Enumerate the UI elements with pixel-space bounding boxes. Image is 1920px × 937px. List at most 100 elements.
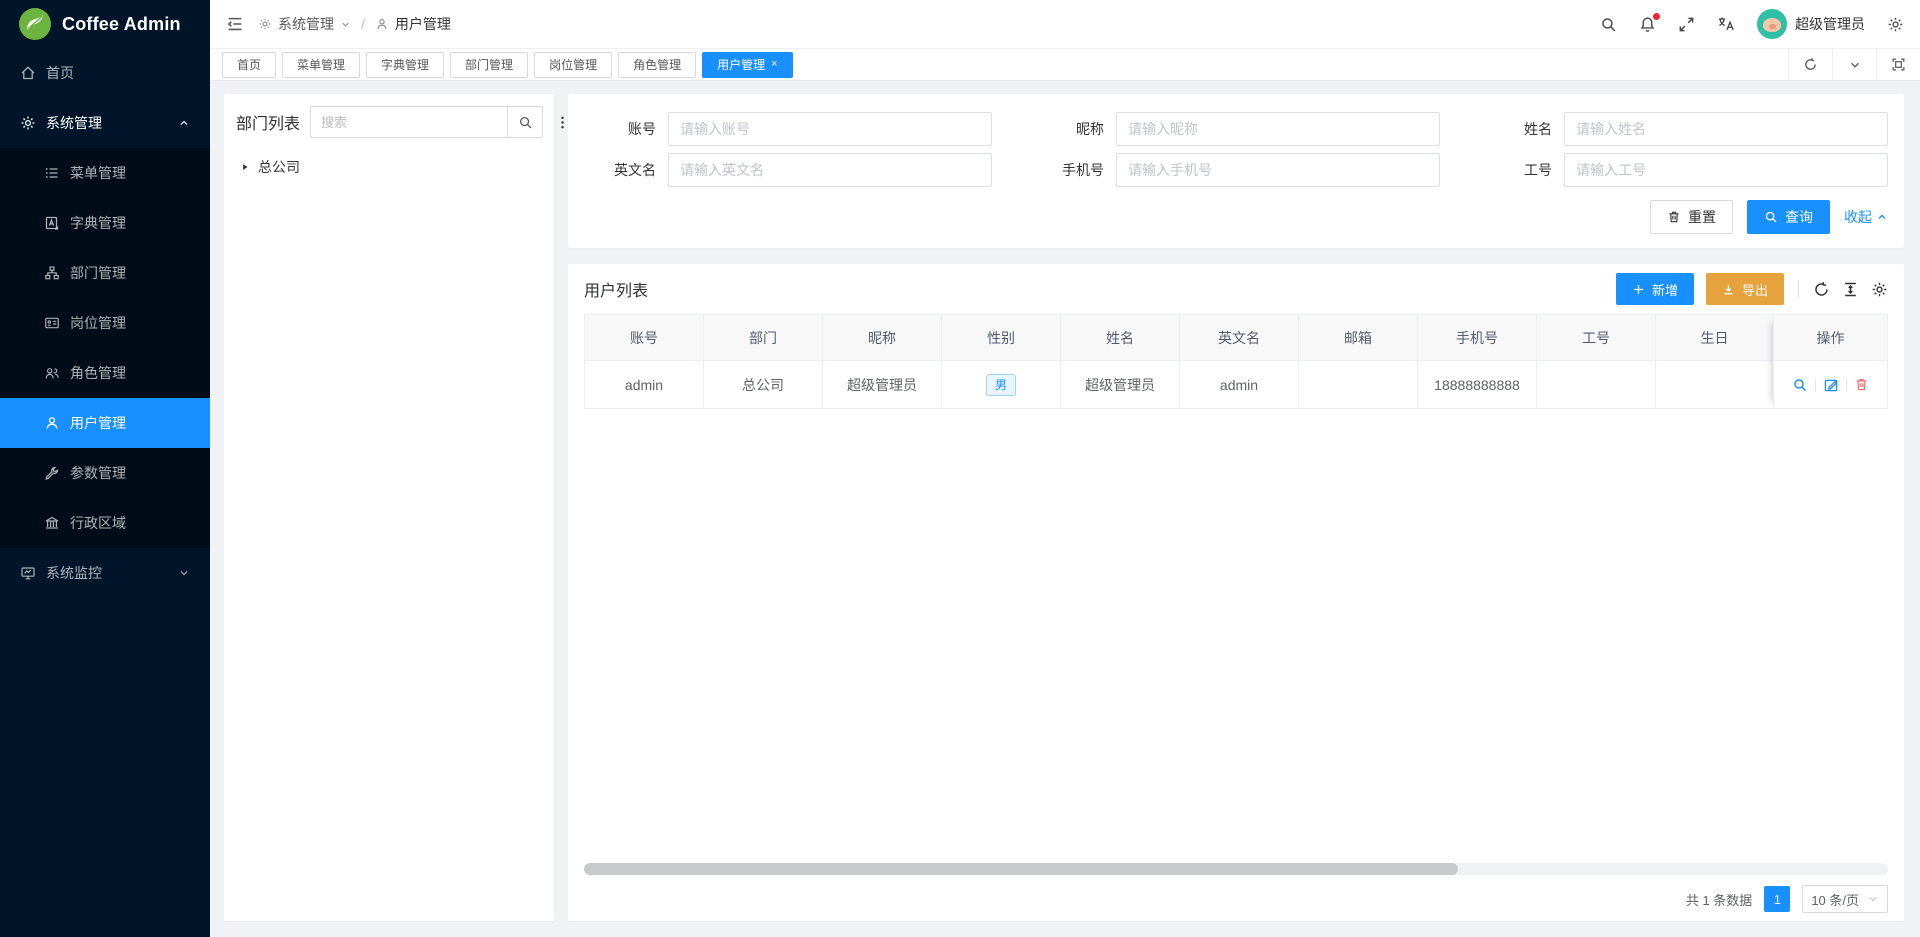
page-size-value: 10 条/页 xyxy=(1811,890,1859,909)
col-header-phone: 手机号 xyxy=(1417,314,1536,361)
notification-dot xyxy=(1653,13,1660,20)
tab-home[interactable]: 首页 xyxy=(222,52,276,78)
sidebar-item-label: 系统监控 xyxy=(46,563,102,583)
breadcrumb-separator: / xyxy=(357,16,369,32)
sidebar-item-dept-mgmt[interactable]: 部门管理 xyxy=(0,248,210,298)
dept-search-button[interactable] xyxy=(507,106,543,138)
page-number-button[interactable]: 1 xyxy=(1764,886,1790,912)
settings-gear-icon[interactable] xyxy=(1887,16,1904,33)
tab-menu-mgmt[interactable]: 菜单管理 xyxy=(282,52,360,78)
sidebar-item-label: 岗位管理 xyxy=(70,313,126,333)
toolbar-divider xyxy=(1798,280,1799,298)
breadcrumb-parent[interactable]: 系统管理 xyxy=(278,14,334,34)
tab-dict-mgmt[interactable]: 字典管理 xyxy=(366,52,444,78)
field-label: 昵称 xyxy=(1032,119,1104,139)
nickname-input[interactable] xyxy=(1116,112,1440,146)
sidebar-item-region[interactable]: 行政区域 xyxy=(0,498,210,548)
tab-close-icon[interactable]: × xyxy=(771,59,777,70)
scrollbar-thumb[interactable] xyxy=(584,863,1458,875)
filter-panel: 账号 昵称 姓名 英文名 手机号 xyxy=(568,94,1904,248)
roles-icon xyxy=(44,365,60,381)
chevron-up-icon xyxy=(1876,211,1888,223)
tab-more-chevron-icon[interactable] xyxy=(1832,49,1876,80)
add-button[interactable]: 新增 xyxy=(1616,273,1694,305)
fullscreen-icon[interactable] xyxy=(1678,16,1695,33)
view-icon[interactable] xyxy=(1792,377,1808,393)
sidebar-item-label: 参数管理 xyxy=(70,463,126,483)
search-icon[interactable] xyxy=(1600,16,1617,33)
tree-node-head-office[interactable]: 总公司 xyxy=(236,152,542,182)
tab-maximize-icon[interactable] xyxy=(1876,49,1920,80)
dept-search-input[interactable] xyxy=(310,106,507,138)
query-button[interactable]: 查询 xyxy=(1747,200,1830,234)
sidebar-item-user-mgmt[interactable]: 用户管理 xyxy=(0,398,210,448)
wrench-icon xyxy=(44,465,60,481)
tab-bar: 首页 菜单管理 字典管理 部门管理 岗位管理 角色管理 用户管理 × xyxy=(210,48,1920,81)
edit-icon[interactable] xyxy=(1823,377,1839,393)
caret-right-icon[interactable] xyxy=(240,162,250,172)
dept-tree: 总公司 xyxy=(236,152,542,182)
phone-input[interactable] xyxy=(1116,153,1440,187)
cell-phone: 18888888888 xyxy=(1417,361,1536,409)
chevron-down-icon xyxy=(178,567,190,579)
tab-role-mgmt[interactable]: 角色管理 xyxy=(618,52,696,78)
sidebar-item-home[interactable]: 首页 xyxy=(0,48,210,98)
pagination: 共 1 条数据 1 10 条/页 xyxy=(1686,885,1888,913)
sidebar-item-param-mgmt[interactable]: 参数管理 xyxy=(0,448,210,498)
list-icon xyxy=(44,165,60,181)
col-header-job-no: 工号 xyxy=(1536,314,1655,361)
column-settings-gear-icon[interactable] xyxy=(1871,281,1888,298)
account-input[interactable] xyxy=(668,112,992,146)
tab-dept-mgmt[interactable]: 部门管理 xyxy=(450,52,528,78)
sidebar-item-label: 字典管理 xyxy=(70,213,126,233)
download-icon xyxy=(1722,283,1735,296)
content: 部门列表 总公司 账号 昵称 xyxy=(210,82,1920,937)
sidebar-item-post-mgmt[interactable]: 岗位管理 xyxy=(0,298,210,348)
job-no-input[interactable] xyxy=(1564,153,1888,187)
tab-user-mgmt[interactable]: 用户管理 × xyxy=(702,52,792,78)
breadcrumb: 系统管理 / 用户管理 xyxy=(258,14,451,34)
tab-post-mgmt[interactable]: 岗位管理 xyxy=(534,52,612,78)
translate-icon[interactable] xyxy=(1717,15,1735,33)
sidebar-item-label: 用户管理 xyxy=(70,413,126,433)
export-button[interactable]: 导出 xyxy=(1706,273,1784,305)
dept-panel-title: 部门列表 xyxy=(236,110,300,134)
page-size-select[interactable]: 10 条/页 xyxy=(1802,885,1888,913)
row-height-icon[interactable] xyxy=(1842,281,1859,298)
sidebar-fold-icon[interactable] xyxy=(226,15,244,33)
sidebar-item-menu-mgmt[interactable]: 菜单管理 xyxy=(0,148,210,198)
reset-button[interactable]: 重置 xyxy=(1650,200,1733,234)
col-header-account: 账号 xyxy=(584,314,703,361)
op-divider xyxy=(1846,378,1847,392)
sidebar-item-label: 系统管理 xyxy=(46,113,102,133)
tab-refresh-icon[interactable] xyxy=(1788,49,1832,80)
list-title: 用户列表 xyxy=(584,277,648,301)
sidebar: Coffee Admin 首页 系统管理 菜单管理 字典管理 部门管理 岗位管理… xyxy=(0,0,210,937)
table-header-row: 账号 部门 昵称 性别 姓名 英文名 邮箱 手机号 工号 生日 xyxy=(584,314,1888,361)
brand[interactable]: Coffee Admin xyxy=(0,0,210,48)
sidebar-item-system[interactable]: 系统管理 xyxy=(0,98,210,148)
user-table: 账号 部门 昵称 性别 姓名 英文名 邮箱 手机号 工号 生日 admin 总公… xyxy=(584,314,1888,409)
sidebar-item-role-mgmt[interactable]: 角色管理 xyxy=(0,348,210,398)
header: 系统管理 / 用户管理 超级管理员 xyxy=(210,0,1920,48)
cell-job-no xyxy=(1536,361,1655,409)
op-divider xyxy=(1815,378,1816,392)
notification-bell-icon[interactable] xyxy=(1639,16,1656,33)
filter-field-en-name: 英文名 xyxy=(584,153,992,187)
refresh-icon[interactable] xyxy=(1813,281,1830,298)
filter-field-name: 姓名 xyxy=(1480,112,1888,146)
table-row[interactable]: admin 总公司 超级管理员 男 超级管理员 admin 1888888888… xyxy=(584,361,1888,409)
collapse-link[interactable]: 收起 xyxy=(1844,207,1888,227)
tree-node-label: 总公司 xyxy=(258,157,300,177)
user-icon xyxy=(375,17,389,31)
sidebar-item-dict-mgmt[interactable]: 字典管理 xyxy=(0,198,210,248)
en-name-input[interactable] xyxy=(668,153,992,187)
name-input[interactable] xyxy=(1564,112,1888,146)
user-menu[interactable]: 超级管理员 xyxy=(1757,9,1865,39)
delete-icon[interactable] xyxy=(1854,377,1869,392)
chevron-down-icon xyxy=(1867,893,1879,905)
sidebar-item-monitor[interactable]: 系统监控 xyxy=(0,548,210,598)
field-label: 工号 xyxy=(1480,160,1552,180)
operation-column: 操作 xyxy=(1773,314,1888,409)
chevron-down-icon xyxy=(340,19,351,30)
